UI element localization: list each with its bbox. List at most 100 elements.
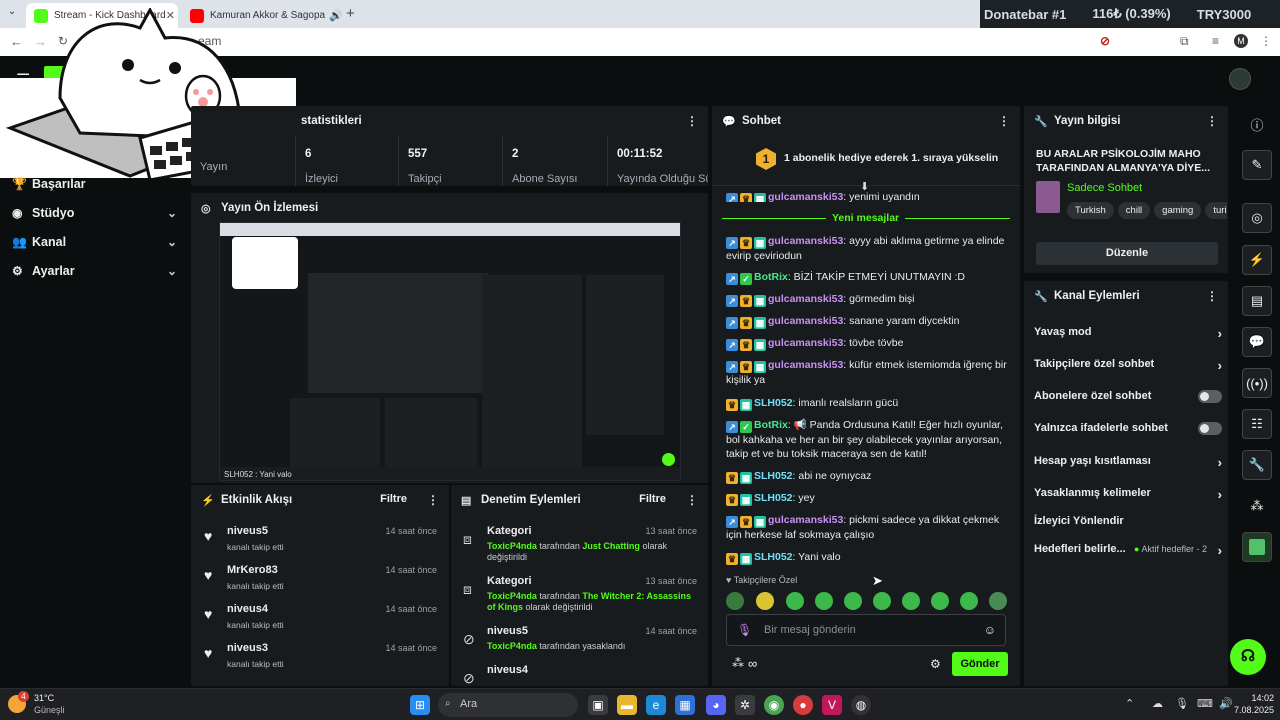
obs-icon[interactable]: ◍	[851, 695, 871, 715]
chat-username[interactable]: SLH052	[754, 551, 793, 563]
wrench-icon[interactable]: 🔧	[1242, 450, 1272, 480]
chat-settings-gear-icon[interactable]: ⚙	[930, 657, 941, 671]
chat-message-input[interactable]: 🎙 Bir mesaj gönderin ☺	[726, 614, 1006, 646]
chat-username[interactable]: gulcamanski53	[768, 337, 843, 349]
tag-chip[interactable]: turi	[1205, 202, 1227, 219]
subscribers-only-toggle[interactable]	[1198, 390, 1222, 403]
chat-username[interactable]: gulcamanski53	[768, 293, 843, 305]
menu-kebab-icon[interactable]: ⋮	[1260, 34, 1272, 48]
event-username[interactable]: MrKero83	[227, 564, 278, 576]
discord-icon[interactable]: ◕	[706, 695, 726, 715]
event-username[interactable]: niveus5	[227, 525, 268, 537]
send-button[interactable]: Gönder	[952, 652, 1008, 676]
layout-icon[interactable]: ☷	[1242, 409, 1272, 439]
more-options-icon[interactable]: ⋮	[998, 114, 1010, 128]
broadcast-icon[interactable]: ((•))	[1242, 368, 1272, 398]
emote-icon[interactable]	[989, 592, 1007, 610]
filter-button[interactable]: Filtre	[639, 493, 666, 505]
emote-icon[interactable]	[844, 592, 862, 610]
emote-icon[interactable]	[902, 592, 920, 610]
emote-only-toggle[interactable]	[1198, 422, 1222, 435]
tag-chip[interactable]: Turkish	[1067, 202, 1114, 219]
more-options-icon[interactable]: ⋮	[1206, 289, 1218, 303]
edit-button[interactable]: Düzenle	[1036, 242, 1218, 265]
emote-icon[interactable]	[815, 592, 833, 610]
windows-start-icon[interactable]: ⊞	[410, 695, 430, 715]
user-avatar[interactable]	[1229, 68, 1251, 90]
emoji-icon[interactable]: ☺	[984, 623, 996, 637]
chat-bubble-icon[interactable]: 💬	[1242, 327, 1272, 357]
account-age-item[interactable]: Hesap yaşı kısıtlaması ›	[1034, 455, 1222, 475]
chat-username[interactable]: gulcamanski53	[768, 191, 843, 202]
chat-username[interactable]: BotRix	[754, 271, 788, 283]
tag-chip[interactable]: chill	[1117, 202, 1151, 219]
task-view-icon[interactable]: ▣	[588, 695, 608, 715]
sidebar-item-settings[interactable]: ⚙ Ayarlar ⌄	[12, 264, 177, 278]
sidebar-item-studio[interactable]: ◉ Stüdyo ⌄	[12, 206, 177, 220]
taskbar-search-input[interactable]: ⌕ Ara	[438, 693, 578, 717]
new-tab-plus-icon[interactable]: +	[346, 5, 355, 22]
bolt-icon[interactable]: ⚡	[1242, 245, 1272, 275]
chat-username[interactable]: gulcamanski53	[768, 514, 843, 526]
goals-item[interactable]: Hedefleri belirle... ● Aktif hedefler - …	[1034, 543, 1222, 563]
more-options-icon[interactable]: ⋮	[427, 493, 439, 507]
emote-icon[interactable]	[873, 592, 891, 610]
clock-time[interactable]: 14:02	[1242, 693, 1274, 703]
event-username[interactable]: niveus3	[227, 642, 268, 654]
chat-username[interactable]: SLH052	[754, 492, 793, 504]
chat-username[interactable]: BotRix	[754, 419, 788, 431]
weather-temp[interactable]: 31°C	[34, 693, 54, 703]
action-actor[interactable]: ToxicP4nda	[487, 541, 537, 551]
more-options-icon[interactable]: ⋮	[686, 493, 698, 507]
chat-username[interactable]: SLH052	[754, 470, 793, 482]
pinned-gift-banner[interactable]: 1 1 abonelik hediye ederek 1. sıraya yük…	[712, 138, 1020, 186]
action-actor[interactable]: ToxicP4nda	[487, 591, 537, 601]
infinity-icon[interactable]: ∞	[748, 656, 757, 671]
category-thumbnail[interactable]	[1036, 181, 1060, 213]
emote-icon[interactable]	[960, 592, 978, 610]
edge-icon[interactable]: e	[646, 695, 666, 715]
category-link[interactable]: Sadece Sohbet	[1067, 182, 1142, 194]
profile-avatar[interactable]: M	[1234, 34, 1248, 48]
emote-icon[interactable]	[931, 592, 949, 610]
banned-words-item[interactable]: Yasaklanmış kelimeler ›	[1034, 487, 1222, 507]
more-options-icon[interactable]: ⋮	[1206, 114, 1218, 128]
pencil-icon[interactable]: ✎	[1242, 150, 1272, 180]
microphone-icon[interactable]: 🎙	[1175, 697, 1189, 710]
chat-username[interactable]: gulcamanski53	[768, 235, 843, 247]
app-red-icon[interactable]: ●	[793, 695, 813, 715]
followers-only-chat-item[interactable]: Takipçilere özel sohbet ›	[1034, 358, 1222, 378]
action-actor[interactable]: ToxicP4nda	[487, 641, 537, 651]
chat-username[interactable]: gulcamanski53	[768, 315, 843, 327]
app-pink-icon[interactable]: V	[822, 695, 842, 715]
tray-chevron-icon[interactable]: ⌃	[1125, 697, 1134, 710]
more-options-icon[interactable]: ⋮	[686, 114, 698, 128]
sidebar-item-channel[interactable]: 👥 Kanal ⌄	[12, 235, 177, 249]
event-username[interactable]: niveus4	[227, 603, 268, 615]
chat-username[interactable]: gulcamanski53	[768, 359, 843, 371]
sidebar-item-achievements[interactable]: 🏆 Başarılar	[12, 177, 177, 191]
emote-icon[interactable]	[786, 592, 804, 610]
document-icon[interactable]: ▤	[1242, 286, 1272, 316]
raid-viewers-item[interactable]: İzleyici Yönlendir	[1034, 515, 1222, 535]
store-icon[interactable]: ▦	[675, 695, 695, 715]
dots-cluster-icon[interactable]: ⁂	[1242, 491, 1272, 521]
app-icon[interactable]: ✲	[735, 695, 755, 715]
preview-icon[interactable]: ◎	[1242, 203, 1272, 233]
file-explorer-icon[interactable]: ▬	[617, 695, 637, 715]
filter-button[interactable]: Filtre	[380, 493, 407, 505]
tray-app-icon[interactable]: ☁	[1152, 697, 1163, 710]
network-icon[interactable]: ⌨	[1197, 697, 1213, 710]
chat-username[interactable]: SLH052	[754, 397, 793, 409]
extensions-puzzle-icon[interactable]: ⧉	[1180, 34, 1189, 49]
rewards-icon[interactable]: ⁂	[732, 656, 744, 670]
extension-icon[interactable]: ⊘	[1100, 34, 1110, 48]
stream-preview-video[interactable]: SLH052 : Yani valo	[219, 222, 681, 481]
help-headset-icon[interactable]: ☊	[1230, 639, 1266, 675]
tag-chip[interactable]: gaming	[1154, 202, 1202, 219]
speaker-icon[interactable]: 🔊	[329, 9, 342, 22]
microphone-icon[interactable]: 🎙	[737, 623, 752, 637]
slow-mode-item[interactable]: Yavaş mod ›	[1034, 326, 1222, 346]
info-icon[interactable]: ⓘ	[1242, 109, 1272, 139]
playlist-icon[interactable]: ≡	[1212, 34, 1219, 48]
